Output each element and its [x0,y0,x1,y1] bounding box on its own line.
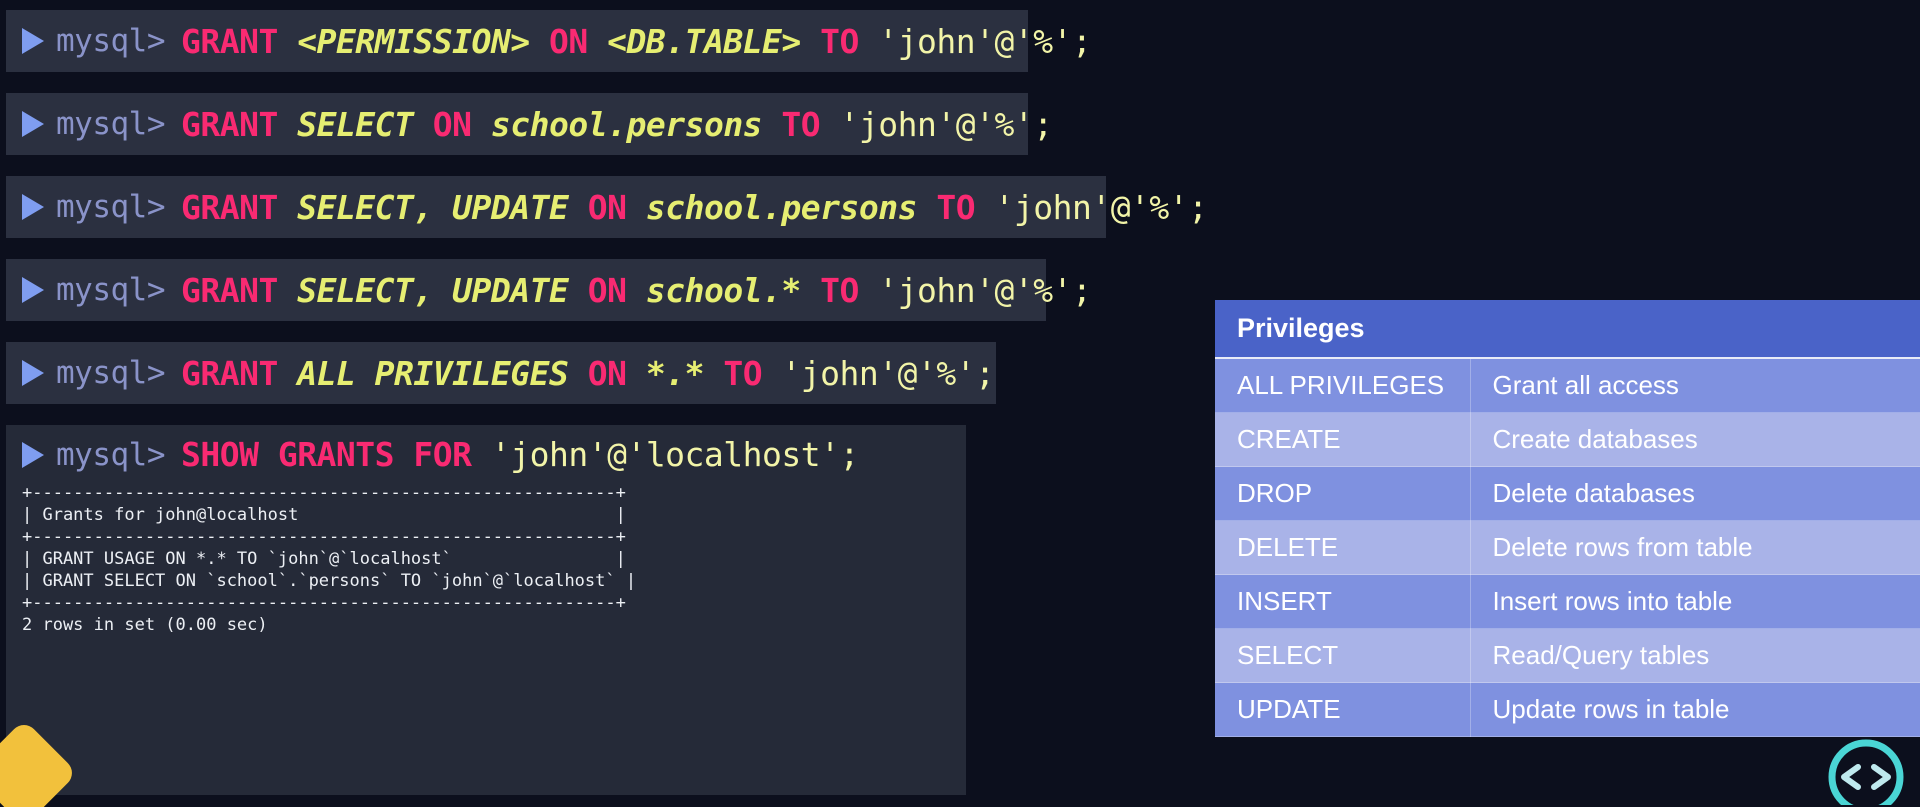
command-block-grant-select-update-persons: mysql> GRANT SELECT, UPDATE ON school.pe… [6,176,1208,238]
privilege-description-cell: Delete databases [1470,466,1920,521]
command-text: GRANT ALL PRIVILEGES ON *.* TO 'john'@'%… [181,354,995,393]
token-arg: *.* [645,353,705,393]
token-kw: GRANT [180,353,298,393]
token-str: 'john'@'%'; [781,353,995,393]
command-text: GRANT SELECT, UPDATE ON school.* TO 'joh… [180,270,1092,310]
privileges-table: Privileges ALL PRIVILEGES Grant all acces… [1215,300,1920,737]
token-arg: school.* [645,270,801,310]
mysql-prompt: mysql> [56,106,165,142]
privilege-description-cell: Delete rows from table [1470,520,1920,575]
mysql-prompt: mysql> [56,189,165,225]
table-row: DELETE Delete rows from table [1215,520,1920,575]
token-arg: ALL PRIVILEGES [297,353,569,393]
mysql-prompt: mysql> [56,272,165,308]
privilege-description-cell: Read/Query tables [1470,628,1920,683]
brand-logo-icon [1818,719,1914,807]
token-str: 'john'@'localhost'; [490,435,860,474]
mysql-prompt: mysql> [56,436,165,473]
table-row: DROP Delete databases [1215,466,1920,521]
token-arg: SELECT, UPDATE [297,187,569,227]
play-icon [20,275,46,305]
token-kw: GRANT [180,104,298,144]
slide-canvas: mysql> GRANT <PERMISSION> ON <DB.TABLE> … [0,0,1920,807]
table-row: ALL PRIVILEGES Grant all access [1215,358,1920,413]
token-str: 'john'@'%'; [839,104,1054,144]
token-arg: <DB.TABLE> [607,21,801,61]
token-arg: school.persons [490,104,763,144]
table-row: CREATE Create databases [1215,412,1920,467]
command-text: GRANT SELECT, UPDATE ON school.persons T… [181,188,1208,227]
play-icon [20,358,46,388]
privilege-name-cell: INSERT [1215,574,1471,629]
token-str: 'john'@'%'; [994,187,1208,227]
token-kw: GRANT [180,270,298,310]
token-kw: ON [413,104,491,144]
show-grants-command-line: mysql> SHOW GRANTS FOR 'john'@'localhost… [6,425,966,478]
token-arg: SELECT [297,104,414,144]
terminal-output-block: mysql> SHOW GRANTS FOR 'john'@'localhost… [6,425,966,795]
token-str: 'john'@'%'; [878,21,1092,61]
token-kw: TO [703,353,782,393]
token-kw: TO [917,187,995,227]
token-kw: ON [568,270,646,310]
token-kw: ON [568,187,646,227]
token-kw: GRANT [180,21,298,61]
privileges-table-header-row: Privileges [1215,300,1920,359]
play-icon [20,109,46,139]
play-icon [20,192,46,222]
privilege-name-cell: ALL PRIVILEGES [1215,358,1471,413]
play-icon [20,26,46,56]
table-row: UPDATE Update rows in table [1215,682,1920,737]
privilege-name-cell: DELETE [1215,520,1471,575]
token-arg: school.persons [645,187,918,227]
command-text: GRANT <PERMISSION> ON <DB.TABLE> TO 'joh… [180,21,1092,61]
token-kw: GRANT [180,187,298,227]
play-icon [20,440,46,470]
command-block-grant-all-privileges: mysql> GRANT ALL PRIVILEGES ON *.* TO 'j… [6,342,996,404]
token-kw: TO [762,104,840,144]
privilege-description-cell: Create databases [1470,412,1920,467]
table-row: INSERT Insert rows into table [1215,574,1920,629]
token-str: 'john'@'%'; [878,270,1092,310]
show-grants-result: +---------------------------------------… [22,483,637,635]
privilege-name-cell: UPDATE [1215,682,1471,737]
command-block-grant-select-update-schema: mysql> GRANT SELECT, UPDATE ON school.* … [6,259,1092,321]
table-row: SELECT Read/Query tables [1215,628,1920,683]
privileges-table-body: ALL PRIVILEGES Grant all access CREATE Crea… [1215,358,1920,737]
token-kw: ON [568,353,646,393]
privilege-description-cell: Grant all access [1470,358,1920,413]
command-text: SHOW GRANTS FOR 'john'@'localhost'; [181,435,859,474]
privilege-description-cell: Insert rows into table [1470,574,1920,629]
command-text: GRANT SELECT ON school.persons TO 'john'… [181,105,1053,144]
token-kw: TO [800,270,879,310]
privilege-name-cell: CREATE [1215,412,1471,467]
token-kw: ON [529,21,608,61]
token-arg: <PERMISSION> [297,21,530,61]
command-block-grant-template: mysql> GRANT <PERMISSION> ON <DB.TABLE> … [6,10,1092,72]
token-kw: SHOW GRANTS FOR [180,435,491,474]
privilege-name-cell: DROP [1215,466,1471,521]
command-block-grant-select-persons: mysql> GRANT SELECT ON school.persons TO… [6,93,1053,155]
mysql-prompt: mysql> [56,23,165,59]
privileges-table-title: Privileges [1215,300,1920,359]
privilege-name-cell: SELECT [1215,628,1471,683]
token-arg: SELECT, UPDATE [297,270,569,310]
token-kw: TO [800,21,879,61]
mysql-prompt: mysql> [56,355,165,391]
